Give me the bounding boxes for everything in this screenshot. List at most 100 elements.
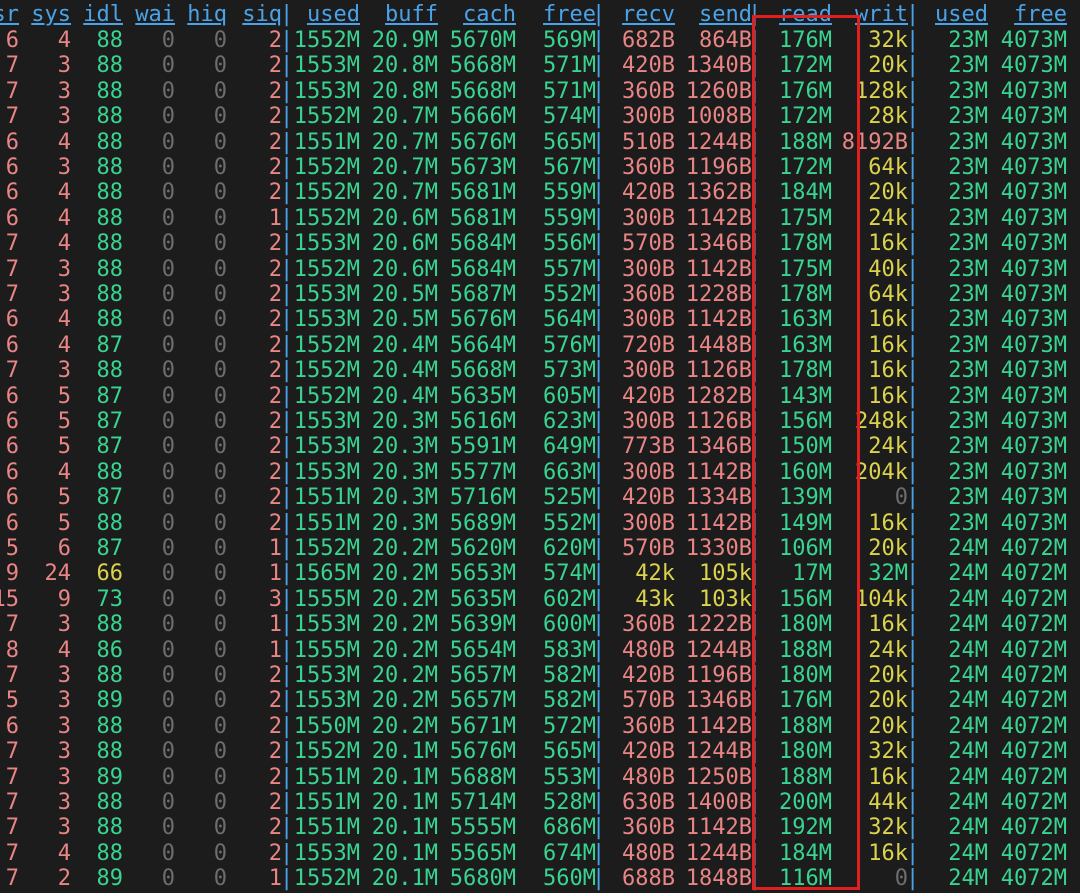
row-separator-1: |	[592, 434, 606, 460]
cell-mem-cach: 5616M	[449, 409, 516, 434]
cell-siq: 2	[268, 231, 282, 257]
row-separator-0: |	[280, 307, 294, 333]
cell-mem-cach: 5653M	[449, 561, 516, 587]
row-separator-0: |	[280, 764, 294, 790]
cell-mem-buff: 20.2M	[371, 713, 438, 739]
cell-dsk-writ: 16k	[868, 840, 908, 866]
cell-mem-buff: 20.4M	[371, 332, 438, 358]
row-separator-2: |	[748, 180, 762, 206]
row-separator-0: |	[280, 866, 294, 892]
cell-mem-free: 552M	[543, 282, 596, 307]
row-separator-2: |	[748, 28, 762, 53]
cell-siq: 2	[268, 332, 282, 358]
cell-siq: 1	[268, 637, 282, 663]
cell-swp-free: 4073M	[1000, 180, 1067, 206]
row-separator-0: |	[280, 840, 294, 866]
row-separator-1: |	[592, 790, 606, 815]
cell-dsk-writ: 44k	[868, 790, 908, 815]
row-separator-2: |	[748, 459, 762, 485]
cell-net-send: 1400B	[685, 790, 752, 815]
cell-mem-cach: 5657M	[449, 688, 516, 714]
row-separator-3: |	[906, 307, 920, 333]
cell-mem-cach: 5577M	[449, 459, 516, 485]
cell-dsk-writ: 20k	[868, 688, 908, 714]
row-separator-2: |	[748, 485, 762, 511]
row-separator-1: |	[592, 688, 606, 714]
cell-mem-free: 674M	[543, 840, 596, 866]
cell-siq: 2	[268, 104, 282, 130]
header-separator-1: |	[592, 2, 606, 27]
cell-mem-cach: 5668M	[449, 358, 516, 384]
cell-swp-free: 4072M	[1000, 612, 1067, 638]
row-separator-0: |	[280, 78, 294, 104]
cell-dsk-writ: 16k	[868, 307, 908, 333]
row-separator-3: |	[906, 586, 920, 612]
row-separator-1: |	[592, 129, 606, 155]
row-separator-1: |	[592, 256, 606, 282]
row-separator-2: |	[748, 205, 762, 231]
row-separator-1: |	[592, 637, 606, 663]
row-separator-0: |	[280, 104, 294, 130]
cell-dsk-writ: 0	[894, 866, 908, 892]
row-separator-2: |	[748, 663, 762, 688]
cell-swp-free: 4072M	[1000, 586, 1067, 612]
cell-net-send: 1142B	[685, 256, 752, 282]
row-separator-1: |	[592, 332, 606, 358]
cell-siq: 2	[268, 663, 282, 688]
cell-mem-free: 600M	[543, 612, 596, 638]
header-siq: siq	[242, 2, 282, 27]
cell-swp-free: 4072M	[1000, 815, 1067, 841]
cell-mem-cach: 5555M	[449, 815, 516, 841]
row-separator-2: |	[748, 358, 762, 384]
row-separator-2: |	[748, 637, 762, 663]
cell-mem-cach: 5671M	[449, 713, 516, 739]
row-separator-1: |	[592, 358, 606, 384]
row-separator-0: |	[280, 739, 294, 765]
cell-mem-free: 560M	[543, 866, 596, 892]
cell-mem-buff: 20.5M	[371, 282, 438, 307]
cell-siq: 2	[268, 409, 282, 434]
cell-net-send: 1196B	[685, 155, 752, 180]
cell-dsk-writ: 20k	[868, 536, 908, 561]
row-separator-3: |	[906, 28, 920, 53]
row-separator-3: |	[906, 688, 920, 714]
row-separator-0: |	[280, 536, 294, 561]
row-separator-3: |	[906, 129, 920, 155]
cell-dsk-writ: 28k	[868, 104, 908, 130]
row-separator-1: |	[592, 713, 606, 739]
row-separator-1: |	[592, 53, 606, 79]
row-separator-1: |	[592, 510, 606, 536]
row-separator-2: |	[748, 739, 762, 765]
cell-mem-buff: 20.7M	[371, 104, 438, 130]
cell-siq: 2	[268, 510, 282, 536]
cell-mem-cach: 5676M	[449, 739, 516, 765]
row-separator-3: |	[906, 155, 920, 180]
cell-net-send: 1346B	[685, 688, 752, 714]
row-separator-2: |	[748, 256, 762, 282]
row-separator-3: |	[906, 612, 920, 638]
cell-mem-buff: 20.1M	[371, 790, 438, 815]
row-separator-3: |	[906, 663, 920, 688]
row-separator-3: |	[906, 104, 920, 130]
cell-mem-cach: 5635M	[449, 383, 516, 409]
row-separator-3: |	[906, 713, 920, 739]
cell-net-send: 1126B	[685, 358, 752, 384]
header-dsk-writ: writ	[855, 2, 908, 27]
cell-siq: 2	[268, 790, 282, 815]
dstat-terminal-output: srsysidlwaihiqsiqusedbuffcachfreerecvsen…	[0, 0, 1080, 893]
cell-mem-buff: 20.8M	[371, 53, 438, 79]
row-separator-2: |	[748, 840, 762, 866]
row-separator-3: |	[906, 180, 920, 206]
row-separator-3: |	[906, 739, 920, 765]
cell-swp-free: 4072M	[1000, 713, 1067, 739]
cell-mem-free: 620M	[543, 536, 596, 561]
row-separator-0: |	[280, 434, 294, 460]
cell-siq: 2	[268, 256, 282, 282]
row-separator-2: |	[748, 53, 762, 79]
row-separator-0: |	[280, 459, 294, 485]
cell-mem-cach: 5657M	[449, 663, 516, 688]
cell-net-send: 1244B	[685, 129, 752, 155]
row-separator-3: |	[906, 383, 920, 409]
cell-mem-buff: 20.2M	[371, 663, 438, 688]
row-separator-2: |	[748, 764, 762, 790]
